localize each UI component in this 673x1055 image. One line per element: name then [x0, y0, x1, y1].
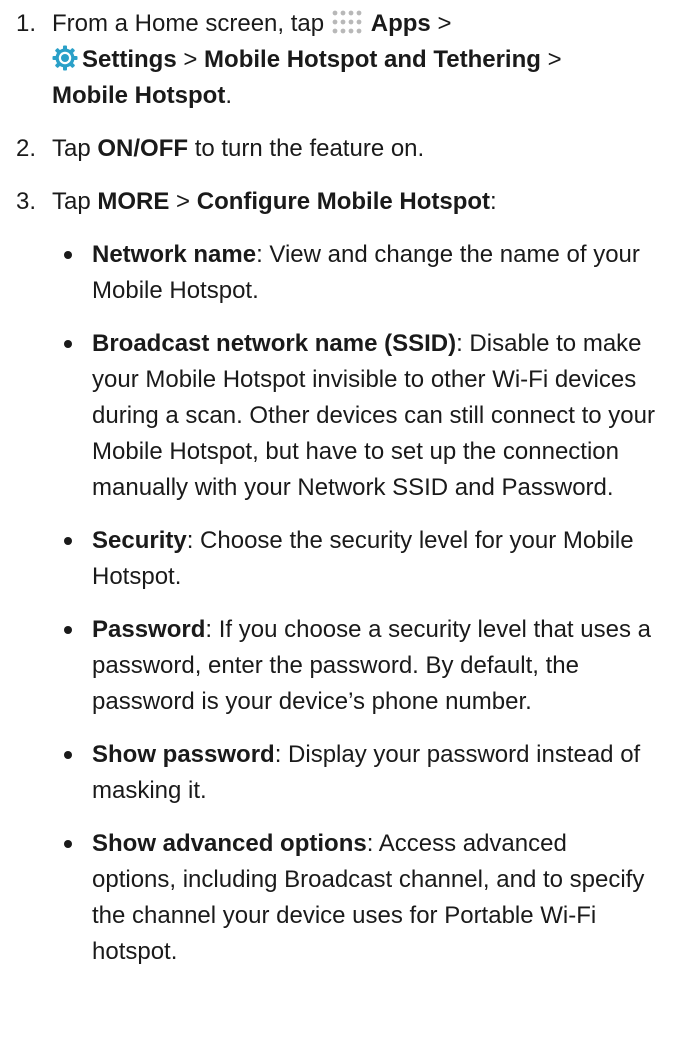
apps-label: Apps — [370, 10, 431, 37]
option-show-password: Show password: Display your password ins… — [52, 737, 657, 809]
option-advanced: Show advanced options: Access advanced o… — [52, 826, 657, 970]
option-term: Network name — [92, 241, 257, 268]
settings-label: Settings — [82, 46, 177, 73]
options-list: Network name: View and change the name o… — [52, 237, 657, 970]
hotspot-tethering-label: Mobile Hotspot and Tethering — [204, 46, 541, 73]
step-text: From a Home screen, tap Apps > Settings … — [52, 10, 562, 109]
bullet — [64, 340, 72, 348]
bullet — [64, 537, 72, 545]
option-term: Show advanced options — [92, 830, 367, 857]
step-3: 3. Tap MORE > Configure Mobile Hotspot: … — [16, 184, 657, 970]
steps-list: 1. From a Home screen, tap Apps > Settin… — [16, 6, 657, 970]
bullet — [64, 626, 72, 634]
option-term: Password — [92, 616, 206, 643]
instructions-page: 1. From a Home screen, tap Apps > Settin… — [0, 0, 673, 1055]
option-broadcast-ssid: Broadcast network name (SSID): Disable t… — [52, 326, 657, 506]
onoff-label: ON/OFF — [97, 135, 189, 162]
bullet — [64, 751, 72, 759]
option-term: Show password — [92, 741, 275, 768]
more-label: MORE — [97, 188, 170, 215]
settings-gear-icon — [52, 45, 78, 71]
step-1: 1. From a Home screen, tap Apps > Settin… — [16, 6, 657, 114]
option-network-name: Network name: View and change the name o… — [52, 237, 657, 309]
bullet — [64, 840, 72, 848]
step-number: 3. — [16, 188, 37, 215]
option-password: Password: If you choose a security level… — [52, 612, 657, 720]
apps-grid-icon — [331, 9, 367, 35]
option-term: Security — [92, 527, 187, 554]
option-security: Security: Choose the security level for … — [52, 523, 657, 595]
step-number: 2. — [16, 135, 37, 162]
step-text: Tap ON/OFF to turn the feature on. — [52, 135, 425, 162]
step-text: Tap MORE > Configure Mobile Hotspot: — [52, 188, 497, 215]
step-number: 1. — [16, 10, 37, 37]
step-2: 2. Tap ON/OFF to turn the feature on. — [16, 131, 657, 167]
mobile-hotspot-label: Mobile Hotspot — [52, 82, 226, 109]
bullet — [64, 251, 72, 259]
configure-label: Configure Mobile Hotspot — [196, 188, 491, 215]
option-term: Broadcast network name (SSID) — [92, 330, 457, 357]
